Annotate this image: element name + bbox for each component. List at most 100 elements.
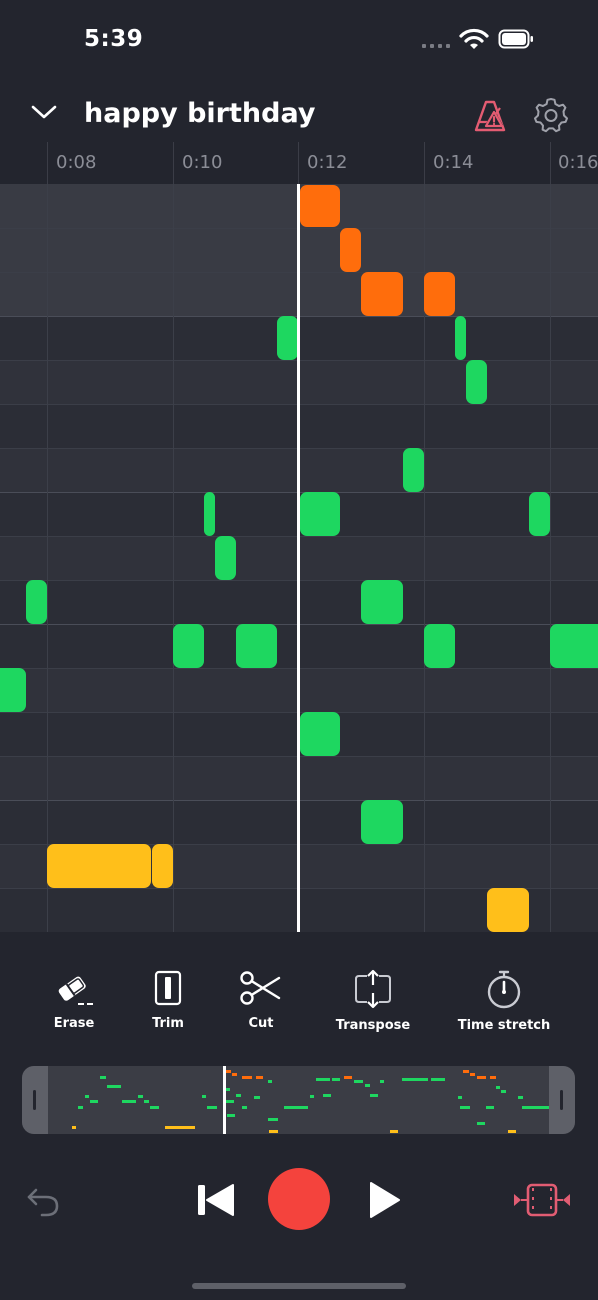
minimap-note [508,1130,516,1133]
minimap-note [354,1080,363,1083]
minimap-note [268,1118,278,1121]
playhead[interactable] [297,184,300,932]
scissors-icon [240,971,281,1005]
wifi-icon [459,28,489,49]
timeline-ruler[interactable]: 0:08 0:10 0:12 0:14 0:16 [0,142,598,184]
note[interactable] [277,316,298,360]
minimap-note [370,1094,378,1097]
header: happy birthday [0,90,598,142]
tick-line [424,142,425,184]
note[interactable] [455,316,466,360]
minimap-note [501,1090,506,1093]
minimap-note [227,1114,235,1117]
note[interactable] [173,624,204,668]
fit-to-screen-icon[interactable] [512,1182,572,1218]
note-highlighted[interactable] [361,272,403,316]
record-button[interactable] [268,1168,330,1230]
minimap-note [323,1094,331,1097]
minimap-note [518,1096,523,1099]
minimap-note [72,1126,76,1129]
minimap-grip [560,1090,563,1110]
metronome-warning-icon[interactable] [470,96,510,136]
transpose-icon [355,969,391,1009]
minimap-note [122,1100,136,1103]
gear-icon[interactable] [532,96,570,134]
minimap-note [107,1085,121,1088]
minimap-note [144,1100,149,1103]
note[interactable] [26,580,47,624]
note[interactable] [236,624,277,668]
timeline-tick: 0:08 [56,152,97,173]
minimap-note [85,1095,89,1098]
cut-label: Cut [248,1016,274,1031]
timeline-tick: 0:10 [182,152,223,173]
minimap-note [254,1096,260,1099]
note-bass[interactable] [487,888,529,932]
time-stretch-label: Time stretch [457,1018,551,1033]
eraser-icon [58,976,93,1005]
minimap-note [380,1080,384,1083]
minimap-note [242,1106,247,1109]
minimap-note [268,1080,272,1083]
timeline-tick: 0:14 [433,152,474,173]
minimap-note [269,1130,278,1133]
skip-back-icon[interactable] [196,1182,236,1218]
note-highlighted[interactable] [424,272,455,316]
minimap-note [256,1076,263,1079]
transpose-button[interactable]: Transpose [318,968,428,1033]
minimap-right-handle[interactable] [549,1066,575,1134]
minimap-grip [33,1090,36,1110]
trim-icon [154,970,182,1006]
minimap-playhead[interactable] [223,1066,226,1134]
time-stretch-button[interactable]: Time stretch [449,968,559,1033]
transpose-label: Transpose [335,1018,411,1033]
minimap-note [78,1106,83,1109]
play-icon[interactable] [368,1180,402,1220]
minimap-note [470,1073,475,1076]
minimap-note [165,1126,195,1129]
battery-icon [498,29,533,49]
home-indicator[interactable] [192,1283,406,1289]
note[interactable] [424,624,455,668]
minimap-note [402,1078,428,1081]
minimap-note [431,1078,445,1081]
note[interactable] [466,360,487,404]
note-bass[interactable] [47,844,151,888]
minimap-note [316,1078,330,1081]
piano-roll[interactable] [0,184,598,932]
minimap-left-handle[interactable] [22,1066,48,1134]
minimap-note [236,1094,241,1097]
note[interactable] [361,800,403,844]
status-bar: 5:39 [0,0,598,80]
minimap-note [460,1106,470,1109]
note[interactable] [529,492,550,536]
minimap-note [390,1130,398,1133]
status-time: 5:39 [84,26,144,52]
note[interactable] [361,580,403,624]
note-bass[interactable] [152,844,173,888]
undo-icon[interactable] [22,1180,62,1220]
note[interactable] [403,448,424,492]
cut-button[interactable]: Cut [206,968,316,1031]
note[interactable] [215,536,236,580]
bar-line [47,184,48,932]
note[interactable] [300,492,340,536]
note[interactable] [204,492,215,536]
minimap-note [207,1106,217,1109]
minimap-note [310,1095,314,1098]
overview-minimap[interactable] [22,1066,575,1134]
note[interactable] [300,712,340,756]
chevron-down-icon[interactable] [30,102,58,122]
note[interactable] [0,668,26,712]
note-highlighted[interactable] [340,228,361,272]
minimap-note [226,1088,230,1091]
timeline-tick: 0:16 [558,152,598,173]
minimap-note [138,1095,143,1098]
minimap-note [202,1095,206,1098]
note-highlighted[interactable] [300,185,340,227]
minimap-note [242,1076,252,1079]
note[interactable] [550,624,598,668]
minimap-note [90,1100,98,1103]
minimap-note [226,1100,234,1103]
tick-line [298,142,299,184]
